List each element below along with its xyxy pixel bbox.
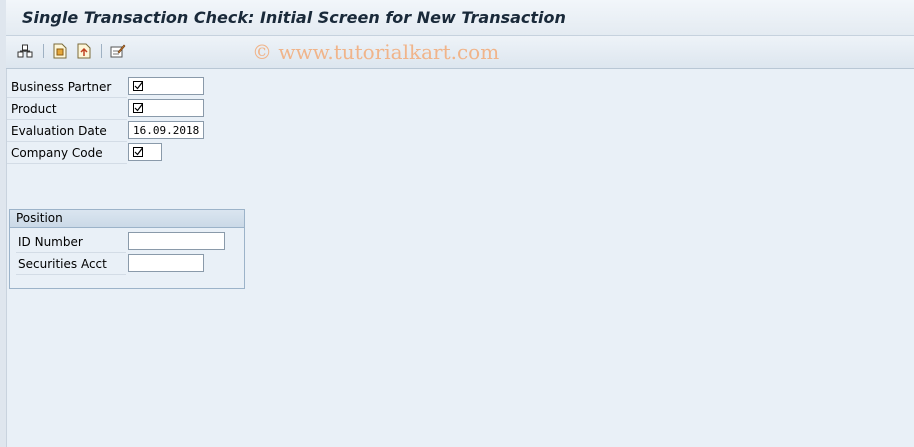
product-row: Product <box>7 99 127 120</box>
company-code-field[interactable] <box>128 143 162 161</box>
business-partner-label: Business Partner <box>11 80 112 94</box>
id-number-row: ID Number <box>16 232 126 253</box>
company-code-row: Company Code <box>7 143 127 164</box>
evaluation-date-field[interactable]: 16.09.2018 <box>128 121 204 139</box>
toolbar-separator <box>101 44 102 58</box>
title-bar: Single Transaction Check: Initial Screen… <box>6 0 914 36</box>
product-field[interactable] <box>128 99 204 117</box>
save-variant-icon[interactable] <box>51 42 69 60</box>
business-partner-row: Business Partner <box>7 77 127 98</box>
securities-acct-field[interactable] <box>128 254 204 272</box>
application-toolbar: © www.tutorialkart.com <box>6 36 914 69</box>
id-number-field[interactable] <box>128 232 225 250</box>
product-label: Product <box>11 102 57 116</box>
securities-acct-label: Securities Acct <box>18 257 107 271</box>
toolbar-separator <box>43 44 44 58</box>
required-check-icon <box>133 81 143 91</box>
required-check-icon <box>133 103 143 113</box>
required-check-icon <box>133 147 143 157</box>
evaluation-date-row: Evaluation Date <box>7 121 127 142</box>
id-number-label: ID Number <box>18 235 83 249</box>
business-partner-field[interactable] <box>128 77 204 95</box>
position-group-header: Position <box>10 210 244 228</box>
evaluation-date-label: Evaluation Date <box>11 124 107 138</box>
position-group: Position ID Number Securities Acct <box>9 209 245 289</box>
watermark: © www.tutorialkart.com <box>252 40 500 64</box>
position-group-title: Position <box>16 211 63 225</box>
securities-acct-row: Securities Acct <box>16 254 126 275</box>
company-code-label: Company Code <box>11 146 103 160</box>
execute-icon[interactable] <box>16 42 34 60</box>
get-variant-icon[interactable] <box>75 42 93 60</box>
page-title: Single Transaction Check: Initial Screen… <box>22 8 566 27</box>
edit-icon[interactable] <box>109 42 127 60</box>
